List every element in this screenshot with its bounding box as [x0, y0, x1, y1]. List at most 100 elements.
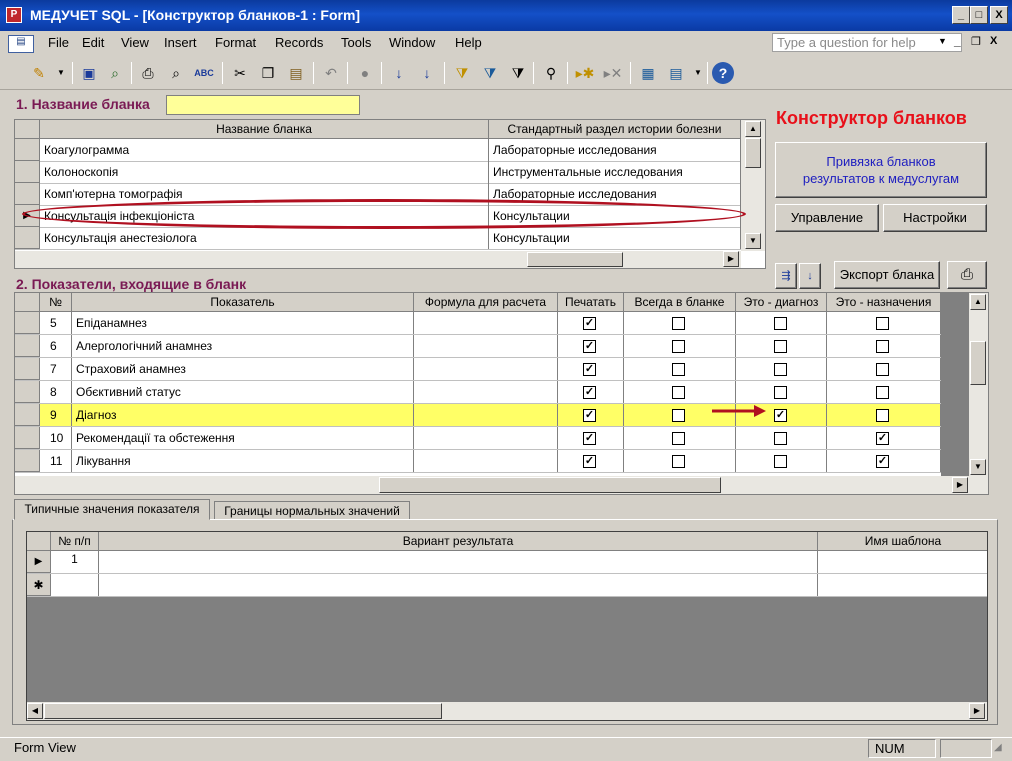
row-selector[interactable]: [15, 381, 40, 403]
section-cell[interactable]: Инструментальные исследования: [489, 161, 741, 183]
hscroll-thumb[interactable]: [44, 703, 442, 719]
number-cell[interactable]: 5: [40, 312, 72, 334]
delete-record-icon[interactable]: ▸✕: [602, 62, 624, 84]
table-row[interactable]: 11 Лікування ✓ ✓: [15, 450, 941, 473]
formula-cell[interactable]: [414, 381, 558, 403]
blanks-vertical-scrollbar[interactable]: ▲ ▼: [741, 120, 765, 251]
manage-button[interactable]: Управление: [775, 204, 879, 232]
column-header-blank-name[interactable]: Название бланка: [40, 120, 489, 139]
tab-typical-values[interactable]: Типичные значения показателя: [14, 499, 210, 520]
always-in-blank-checkbox[interactable]: [672, 386, 685, 399]
indicator-cell[interactable]: Епіданамнез: [72, 312, 414, 334]
template-cell[interactable]: [818, 551, 987, 573]
order-cell[interactable]: [51, 574, 99, 596]
scroll-down-icon[interactable]: ▼: [970, 459, 986, 475]
table-row[interactable]: 6 Алергологічний анамнез ✓: [15, 335, 941, 358]
number-cell[interactable]: 10: [40, 427, 72, 449]
subgrid-horizontal-scrollbar[interactable]: ◀ ▶: [27, 702, 987, 720]
new-record-row[interactable]: ✱: [27, 574, 987, 597]
scroll-right-icon[interactable]: ▶: [969, 703, 985, 719]
column-header-template[interactable]: Имя шаблона: [818, 532, 987, 551]
print-checkbox[interactable]: ✓: [583, 432, 596, 445]
column-header-section[interactable]: Стандартный раздел истории болезни: [489, 120, 741, 139]
scroll-right-icon[interactable]: ▶: [723, 251, 739, 267]
design-view-icon[interactable]: ✎: [28, 62, 50, 84]
always-in-blank-checkbox[interactable]: [672, 317, 685, 330]
scroll-thumb[interactable]: [970, 341, 986, 385]
table-row-highlighted[interactable]: 9 Діагноз ✓ ✓: [15, 404, 941, 427]
section-cell[interactable]: Лабораторные исследования: [489, 139, 741, 161]
print-checkbox[interactable]: ✓: [583, 386, 596, 399]
always-in-blank-checkbox[interactable]: [672, 455, 685, 468]
save-icon[interactable]: ▣: [78, 62, 100, 84]
is-diagnosis-checkbox[interactable]: [774, 432, 787, 445]
row-selector[interactable]: [15, 335, 40, 357]
is-diagnosis-checkbox[interactable]: [774, 386, 787, 399]
table-row[interactable]: 7 Страховий анамнез ✓: [15, 358, 941, 381]
number-cell[interactable]: 7: [40, 358, 72, 380]
number-cell[interactable]: 6: [40, 335, 72, 357]
column-header-number[interactable]: №: [40, 293, 72, 312]
doc-close-button[interactable]: X: [990, 35, 997, 47]
print-checkbox[interactable]: ✓: [583, 317, 596, 330]
is-assignment-checkbox[interactable]: [876, 340, 889, 353]
menu-view[interactable]: View: [121, 35, 149, 50]
is-assignment-checkbox[interactable]: ✓: [876, 455, 889, 468]
indicators-horizontal-scrollbar[interactable]: ▶: [15, 476, 988, 494]
is-diagnosis-checkbox[interactable]: [774, 340, 787, 353]
print-icon[interactable]: ⎙: [137, 62, 159, 84]
number-cell[interactable]: 11: [40, 450, 72, 472]
indicator-cell[interactable]: Обєктивний статус: [72, 381, 414, 403]
menu-format[interactable]: Format: [215, 35, 256, 50]
close-button[interactable]: X: [990, 6, 1008, 24]
table-row[interactable]: 10 Рекомендації та обстеження ✓ ✓: [15, 427, 941, 450]
scroll-thumb[interactable]: [745, 138, 761, 168]
form-icon[interactable]: ▤: [8, 35, 34, 53]
is-assignment-checkbox[interactable]: ✓: [876, 432, 889, 445]
is-assignment-checkbox[interactable]: [876, 409, 889, 422]
section-cell[interactable]: Консультации: [489, 227, 741, 249]
menu-tools[interactable]: Tools: [341, 35, 371, 50]
row-selector[interactable]: [15, 139, 40, 161]
hscroll-thumb[interactable]: [379, 477, 721, 493]
number-cell[interactable]: 9: [40, 404, 72, 426]
hscroll-thumb[interactable]: [527, 252, 623, 267]
undo-icon[interactable]: ↶: [320, 62, 342, 84]
current-row-indicator-icon[interactable]: ▶: [27, 551, 51, 573]
table-row[interactable]: 8 Обєктивний статус ✓: [15, 381, 941, 404]
blank-name-input[interactable]: [166, 95, 360, 115]
formula-cell[interactable]: [414, 450, 558, 472]
row-selector[interactable]: [15, 450, 40, 472]
is-diagnosis-checkbox[interactable]: ✓: [774, 409, 787, 422]
scroll-right-icon[interactable]: ▶: [952, 477, 968, 493]
minimize-button[interactable]: _: [952, 6, 970, 24]
is-assignment-checkbox[interactable]: [876, 317, 889, 330]
view-dropdown-icon[interactable]: ▼: [50, 62, 72, 84]
column-header-variant[interactable]: Вариант результата: [99, 532, 818, 551]
blank-name-cell[interactable]: Консультація анестезіолога: [40, 227, 489, 249]
print-checkbox[interactable]: ✓: [583, 340, 596, 353]
sort-icon[interactable]: ↓: [799, 263, 821, 289]
print-checkbox[interactable]: ✓: [583, 409, 596, 422]
copy-icon[interactable]: ❐: [257, 62, 279, 84]
row-selector[interactable]: [15, 358, 40, 380]
row-selector[interactable]: [15, 183, 40, 205]
filter-by-form-icon[interactable]: ⧩: [479, 62, 501, 84]
is-diagnosis-checkbox[interactable]: [774, 317, 787, 330]
indicator-cell[interactable]: Рекомендації та обстеження: [72, 427, 414, 449]
tab-normal-limits[interactable]: Границы нормальных значений: [214, 501, 410, 520]
menu-help[interactable]: Help: [455, 35, 482, 50]
new-record-icon[interactable]: ✱: [27, 574, 51, 596]
help-icon[interactable]: ?: [712, 62, 734, 84]
ask-dropdown-icon[interactable]: ▼: [938, 36, 947, 46]
doc-restore-button[interactable]: ❐: [971, 35, 981, 48]
link-blanks-button[interactable]: Привязка бланков результатов к медуслуга…: [775, 142, 987, 198]
new-record-icon[interactable]: ▸✱: [574, 62, 596, 84]
always-in-blank-checkbox[interactable]: [672, 409, 685, 422]
new-object-dropdown-icon[interactable]: ▼: [687, 62, 709, 84]
blank-name-cell[interactable]: Коагулограмма: [40, 139, 489, 161]
row-selector[interactable]: [15, 227, 40, 249]
new-object-icon[interactable]: ▤: [665, 62, 687, 84]
formula-cell[interactable]: [414, 427, 558, 449]
maximize-button[interactable]: □: [970, 6, 988, 24]
